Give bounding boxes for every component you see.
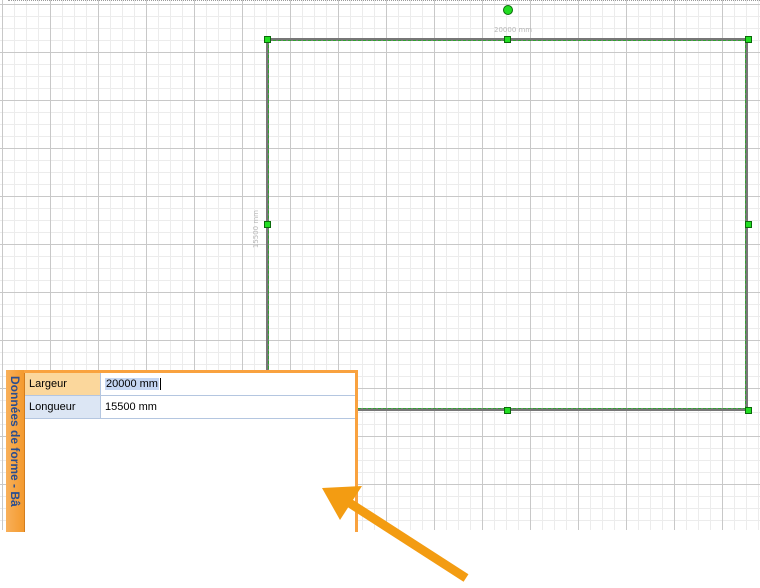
text-caret — [159, 378, 161, 391]
length-dimension-label: 15500 mm — [252, 210, 260, 249]
rectangle-shape[interactable] — [266, 38, 748, 411]
resize-handle-icon[interactable] — [504, 36, 511, 43]
resize-handle-icon[interactable] — [264, 221, 271, 228]
page-edge — [8, 0, 760, 5]
resize-handle-icon[interactable] — [745, 221, 752, 228]
selected-value-text: 20000 mm — [105, 377, 159, 390]
width-dimension-label: 20000 mm — [494, 26, 533, 34]
resize-handle-icon[interactable] — [264, 36, 271, 43]
resize-handle-icon[interactable] — [504, 407, 511, 414]
property-name: Largeur — [25, 373, 101, 396]
property-value-input[interactable]: 20000 mm — [100, 373, 355, 396]
property-row-longueur[interactable]: Longueur 15500 mm — [25, 395, 355, 419]
resize-handle-icon[interactable] — [745, 407, 752, 414]
shape-data-window: Données de forme - Bâ Largeur 20000 mm L… — [6, 370, 358, 532]
shape-data-grid: Largeur 20000 mm Longueur 15500 mm — [24, 373, 355, 532]
property-value[interactable]: 15500 mm — [100, 395, 355, 419]
property-name: Longueur — [25, 395, 101, 419]
rotation-handle-icon[interactable] — [503, 5, 513, 15]
shape-data-title: Données de forme - Bâ — [8, 376, 22, 507]
shape-data-title-bar[interactable]: Données de forme - Bâ — [6, 370, 24, 532]
resize-handle-icon[interactable] — [745, 36, 752, 43]
property-row-largeur[interactable]: Largeur 20000 mm — [25, 373, 355, 396]
annotation-arrow-icon — [322, 486, 469, 582]
